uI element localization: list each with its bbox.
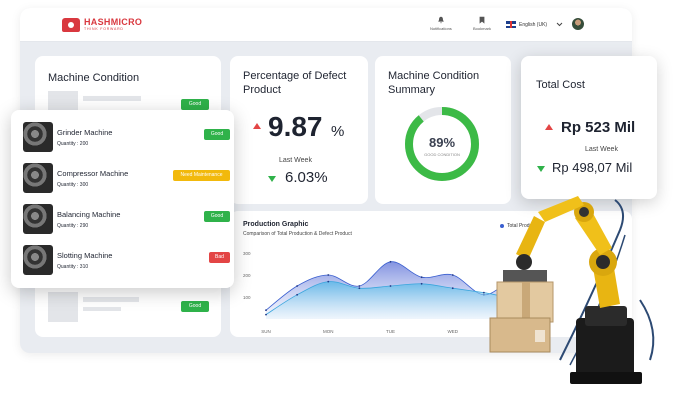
bookmark-button[interactable]: Bookmark xyxy=(473,16,491,31)
summary-percent: 89% xyxy=(428,135,456,150)
y-tick-label: 100 xyxy=(243,295,251,300)
summary-card: Machine Condition Summary 89% GOOD CONDI… xyxy=(375,56,511,204)
data-point xyxy=(545,287,548,290)
data-point xyxy=(545,285,548,287)
data-point xyxy=(389,285,392,287)
data-point xyxy=(451,287,454,290)
machine-row[interactable]: Compressor Machine Quantity : 300 Need M… xyxy=(23,163,230,195)
language-selector[interactable]: English (UK) xyxy=(506,21,563,28)
machine-name: Balancing Machine xyxy=(57,210,121,219)
data-point xyxy=(265,313,267,316)
status-badge: Bad xyxy=(209,252,230,263)
compressor-machine-image xyxy=(23,163,53,193)
data-point xyxy=(451,274,454,276)
balancing-machine-image xyxy=(23,204,53,234)
brand-logo[interactable]: HASHMICRO THINK FORWARD xyxy=(62,18,142,32)
bookmark-label: Bookmark xyxy=(473,26,492,31)
defect-unit: % xyxy=(331,123,345,140)
machine-quantity: Quantity : 310 xyxy=(57,264,89,270)
data-point xyxy=(514,296,516,298)
status-badge: Need Maintenance xyxy=(173,170,230,181)
slotting-machine-image xyxy=(23,245,53,275)
chevron-down-icon xyxy=(556,22,563,27)
placeholder-image xyxy=(48,292,78,322)
bell-icon xyxy=(438,16,444,24)
data-point xyxy=(327,280,330,283)
language-label: English (UK) xyxy=(519,21,548,28)
data-point xyxy=(389,260,392,263)
trend-down-icon xyxy=(537,166,545,172)
data-point xyxy=(514,278,516,281)
data-point xyxy=(265,309,267,312)
data-point xyxy=(296,285,299,287)
notifications-button[interactable]: Notifications xyxy=(430,16,452,31)
x-tick-label: TUE xyxy=(386,329,395,334)
production-card: Production Graphic Comparison of Total P… xyxy=(230,211,632,337)
uk-flag-icon xyxy=(506,21,516,28)
machine-name: Grinder Machine xyxy=(57,128,113,137)
x-tick-label: MON xyxy=(323,329,334,334)
total-cost-value: Rp 523 Mil xyxy=(561,119,636,136)
data-point xyxy=(358,287,361,290)
machine-name: Slotting Machine xyxy=(57,251,113,260)
status-badge: Good xyxy=(204,129,230,140)
data-point xyxy=(327,274,330,276)
placeholder-line xyxy=(83,297,139,302)
machine-row[interactable]: Balancing Machine Quantity : 290 Good xyxy=(23,204,230,236)
notifications-label: Notifications xyxy=(430,26,452,31)
summary-caption: GOOD CONDITION xyxy=(424,152,460,157)
data-point xyxy=(482,291,485,294)
status-badge: Good xyxy=(181,301,209,312)
last-week-value: Rp 498,07 Mil xyxy=(552,160,633,175)
data-point xyxy=(420,276,423,279)
y-tick-label: 300 xyxy=(243,251,251,256)
x-tick-label: SUN xyxy=(261,329,271,334)
defect-card: Percentage of Defect Product 9.87 % Last… xyxy=(230,56,368,204)
trend-up-icon xyxy=(253,123,261,129)
machine-row[interactable]: Grinder Machine Quantity : 200 Good xyxy=(23,122,230,154)
defect-title: Percentage of Defect Product xyxy=(243,70,347,97)
x-tick-label: WED xyxy=(448,329,459,334)
placeholder-line xyxy=(83,96,141,101)
data-point xyxy=(358,285,361,287)
data-point xyxy=(420,282,423,285)
total-cost-title: Total Cost xyxy=(536,79,585,91)
status-badge: Good xyxy=(181,99,209,110)
machine-quantity: Quantity : 200 xyxy=(57,141,89,147)
x-tick-label: THU xyxy=(510,329,519,334)
trend-down-icon xyxy=(268,176,276,182)
bookmark-icon xyxy=(479,16,485,24)
machine-quantity: Quantity : 290 xyxy=(57,223,89,229)
last-week-label: Last Week xyxy=(585,146,618,153)
machine-row[interactable]: Slotting Machine Quantity : 310 Bad xyxy=(23,245,230,277)
total-cost-card: Total Cost Rp 523 Mil Last Week Rp 498,0… xyxy=(521,56,657,199)
machine-list-popup: Grinder Machine Quantity : 200 Good Comp… xyxy=(11,110,234,288)
data-point xyxy=(296,293,299,296)
machine-condition-title: Machine Condition xyxy=(48,72,140,84)
defect-value: 9.87 xyxy=(268,111,323,142)
summary-title: Machine Condition Summary xyxy=(388,70,480,97)
logo-icon xyxy=(62,18,80,32)
y-tick-label: 200 xyxy=(243,273,251,278)
last-week-value: 6.03% xyxy=(285,169,328,186)
production-chart: 300 200 100 SUN MON TUE WED THU xyxy=(243,251,548,334)
top-bar: HASHMICRO THINK FORWARD Notifications Bo… xyxy=(20,8,632,42)
brand-name: HASHMICRO xyxy=(84,17,143,28)
machine-quantity: Quantity : 300 xyxy=(57,182,89,188)
placeholder-line xyxy=(83,307,121,311)
avatar[interactable] xyxy=(572,18,584,30)
status-badge: Good xyxy=(204,211,230,222)
machine-name: Compressor Machine xyxy=(57,169,129,178)
grinder-machine-image xyxy=(23,122,53,152)
brand-tagline: THINK FORWARD xyxy=(84,27,124,32)
trend-up-icon xyxy=(545,124,553,130)
last-week-label: Last Week xyxy=(279,157,312,164)
